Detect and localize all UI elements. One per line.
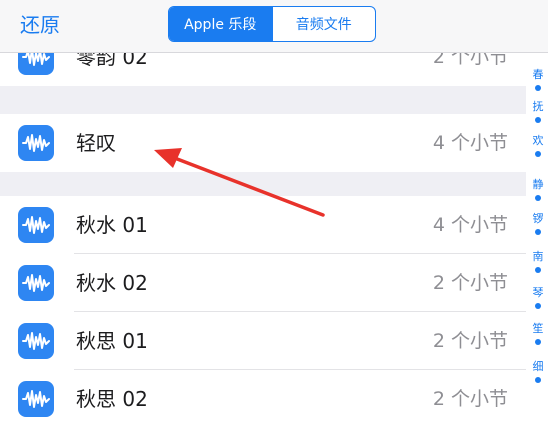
source-segmented-control: Apple 乐段 音频文件 [168, 6, 376, 42]
row-name: 秋水 02 [76, 271, 148, 295]
index-dot [535, 85, 541, 91]
index-letter[interactable]: 笙 [528, 322, 548, 336]
row-length: 4 个小节 [432, 214, 508, 236]
index-dot [535, 229, 541, 235]
list-item[interactable]: 秋思 02 2 个小节 [0, 370, 526, 428]
segment-audio-files[interactable]: 音频文件 [271, 7, 376, 41]
index-letter[interactable]: 欢 [528, 134, 548, 148]
section-separator [0, 172, 526, 196]
waveform-icon [18, 323, 54, 359]
index-letter[interactable]: 琴 [528, 286, 548, 300]
index-letter[interactable]: 春 [528, 68, 548, 82]
row-length: 2 个小节 [432, 388, 508, 410]
waveform-icon [18, 381, 54, 417]
index-letter[interactable]: 南 [528, 250, 548, 264]
index-dot [535, 195, 541, 201]
row-length: 4 个小节 [432, 132, 508, 154]
row-name: 秋思 01 [76, 329, 148, 353]
list-item[interactable]: 秋水 01 4 个小节 [0, 196, 526, 254]
section-index[interactable]: 春 抚 欢 静 锣 南 琴 笙 细 [528, 60, 548, 402]
index-dot [535, 303, 541, 309]
index-dot [535, 117, 541, 123]
index-letter[interactable]: 静 [528, 178, 548, 192]
segment-apple-loops[interactable]: Apple 乐段 [169, 7, 272, 41]
index-letter[interactable]: 锣 [528, 212, 548, 226]
restore-button[interactable]: 还原 [20, 10, 60, 40]
row-name: 秋水 01 [76, 213, 148, 237]
index-dot [535, 377, 541, 383]
index-letter[interactable]: 细 [528, 360, 548, 374]
list-item[interactable]: 秋水 02 2 个小节 [0, 254, 526, 312]
waveform-icon [18, 125, 54, 161]
index-dot [535, 339, 541, 345]
row-length: 2 个小节 [432, 330, 508, 352]
waveform-icon [18, 265, 54, 301]
loop-list: 零韵 02 2 个小节 轻叹 4 个小节 秋水 01 4 个小节 秋水 02 2… [0, 0, 526, 428]
waveform-icon [18, 207, 54, 243]
row-length: 2 个小节 [432, 272, 508, 294]
navigation-bar: 还原 Apple 乐段 音频文件 [0, 0, 548, 53]
row-name: 秋思 02 [76, 387, 148, 411]
section-separator [0, 86, 526, 114]
list-item[interactable]: 轻叹 4 个小节 [0, 114, 526, 172]
list-item[interactable]: 秋思 01 2 个小节 [0, 312, 526, 370]
index-letter[interactable]: 抚 [528, 100, 548, 114]
row-name: 轻叹 [76, 131, 116, 155]
index-dot [535, 267, 541, 273]
index-dot [535, 151, 541, 157]
